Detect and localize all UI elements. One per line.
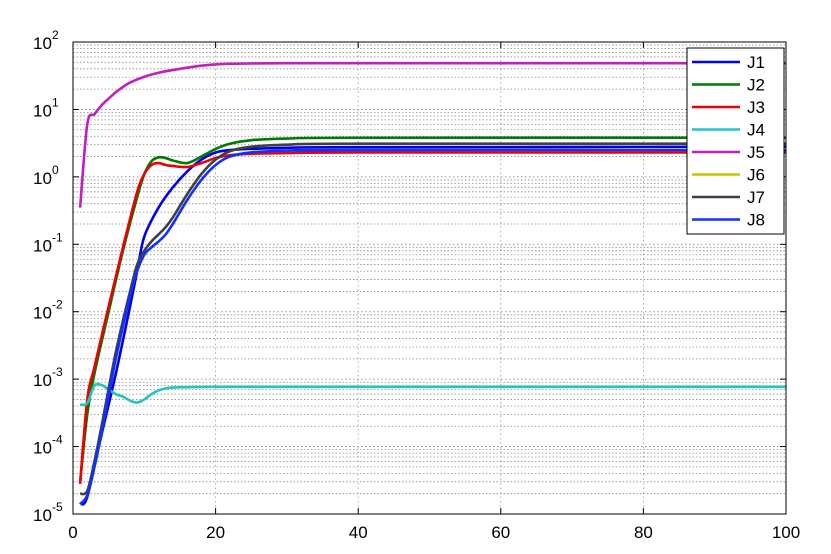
legend-label-j5: J5 xyxy=(747,143,765,162)
y-tick-label-exponent: 2 xyxy=(52,28,59,42)
legend-label-j8: J8 xyxy=(747,211,765,230)
series-line-j7 xyxy=(79,142,786,496)
y-tick-label-base: 10 xyxy=(33,169,52,188)
y-tick-label-exponent: 1 xyxy=(52,95,59,109)
y-tick-label-exponent: -1 xyxy=(52,230,63,244)
legend: J1 J2 J3 J4 J5 J6 J7 J8 xyxy=(686,47,785,235)
legend-label-j7: J7 xyxy=(747,188,765,207)
y-tick-label-exponent: -3 xyxy=(52,365,63,379)
legend-label-j1: J1 xyxy=(747,53,765,72)
y-tick-label-exponent: -4 xyxy=(52,433,63,447)
x-tick-label: 20 xyxy=(206,523,225,542)
y-tick-label-exponent: 0 xyxy=(52,163,59,177)
y-tick-label-exponent: -5 xyxy=(52,500,63,514)
y-tick-label-base: 10 xyxy=(33,101,52,120)
line-chart: 0 20 40 60 80 10010 -510 -410 -310 -210 -110 010 110… xyxy=(33,28,800,542)
y-tick-label-base: 10 xyxy=(33,439,52,458)
ticks: 0 20 40 60 80 10010 -510 -410 -310 -210 -110 010 110… xyxy=(33,28,800,542)
x-tick-label: 60 xyxy=(491,523,510,542)
y-tick-label-base: 10 xyxy=(33,34,52,53)
series-line-j2 xyxy=(78,136,786,482)
legend-box xyxy=(686,47,785,235)
y-tick-label-base: 10 xyxy=(33,304,52,323)
legend-label-j3: J3 xyxy=(747,98,765,117)
series-lines xyxy=(78,61,786,506)
y-tick-label-base: 10 xyxy=(33,236,52,255)
x-tick-label: 40 xyxy=(349,523,368,542)
y-tick-label-base: 10 xyxy=(33,371,52,390)
x-tick-label: 100 xyxy=(772,523,800,542)
legend-label-j6: J6 xyxy=(747,166,765,185)
legend-label-j2: J2 xyxy=(747,76,765,95)
y-tick-label-base: 10 xyxy=(33,506,52,525)
legend-label-j4: J4 xyxy=(747,121,765,140)
grid xyxy=(73,42,786,514)
series-line-j5 xyxy=(78,61,786,208)
y-tick-label-exponent: -2 xyxy=(52,298,63,312)
x-tick-label: 0 xyxy=(68,523,77,542)
x-tick-label: 80 xyxy=(634,523,653,542)
